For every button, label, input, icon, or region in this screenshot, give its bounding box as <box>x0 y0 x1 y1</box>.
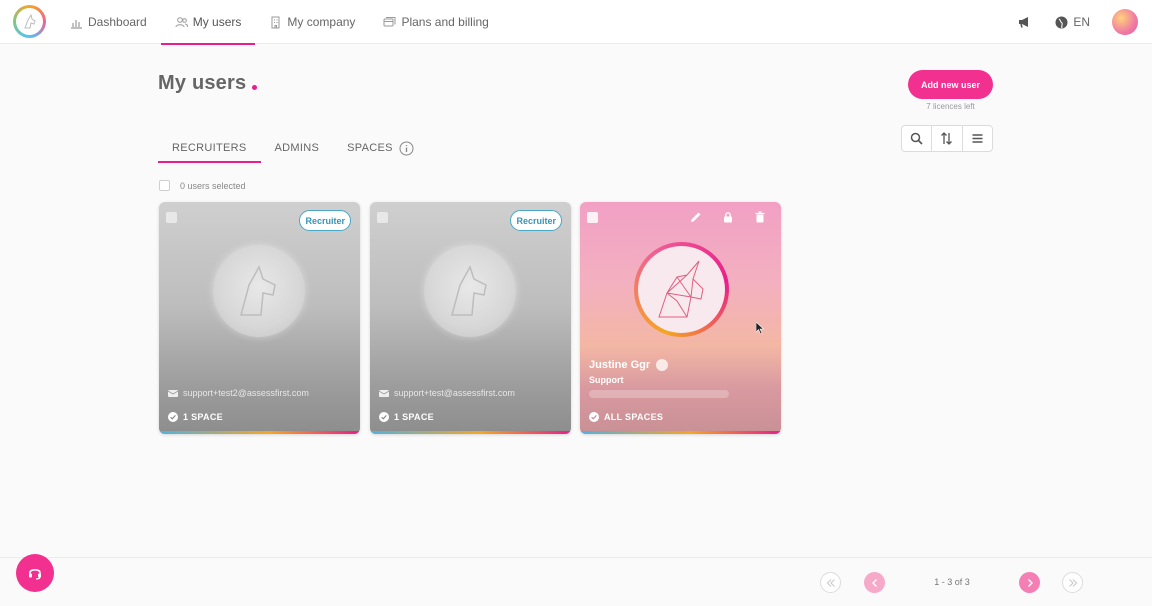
nav-my-users[interactable]: My users <box>160 0 256 45</box>
chevron-left-icon <box>871 578 877 587</box>
user-name-row: Justine Ggr <box>589 359 669 371</box>
info-icon[interactable] <box>399 141 414 156</box>
user-card-active[interactable]: Justine Ggr Support ALL SPACES <box>580 202 781 434</box>
nav-plans-billing[interactable]: Plans and billing <box>369 0 502 44</box>
card-email: support+test2@assessfirst.com <box>183 388 309 398</box>
nav-plans-billing-label: Plans and billing <box>401 15 489 29</box>
selection-row: 0 users selected <box>159 180 246 191</box>
user-photo <box>213 245 305 337</box>
card-color-bar <box>159 431 360 434</box>
title-dot <box>252 85 257 90</box>
flag-icon <box>656 359 669 371</box>
list-icon <box>972 134 983 143</box>
nav-dashboard[interactable]: Dashboard <box>56 0 161 44</box>
card-color-bar <box>580 431 781 434</box>
view-list-button[interactable] <box>963 126 992 151</box>
sort-button[interactable] <box>932 126 963 151</box>
card-email: support+test@assessfirst.com <box>394 388 515 398</box>
users-icon <box>175 16 188 29</box>
photo-inner <box>638 246 725 333</box>
app-logo[interactable] <box>13 5 46 38</box>
card-color-bar <box>370 431 571 434</box>
globe-icon <box>1055 16 1068 29</box>
mouse-cursor-icon <box>756 322 764 334</box>
billing-icon <box>383 16 396 29</box>
trash-icon[interactable] <box>754 211 766 223</box>
user-avatar[interactable] <box>1112 9 1138 35</box>
card-checkbox[interactable] <box>166 212 177 223</box>
last-page-button[interactable] <box>1062 572 1083 593</box>
language-selector[interactable]: EN <box>1055 15 1090 29</box>
selection-count: 0 users selected <box>180 180 246 191</box>
card-actions <box>670 211 766 223</box>
user-role: Support <box>589 375 624 385</box>
blurred-email <box>589 390 729 398</box>
edit-icon[interactable] <box>690 211 702 223</box>
search-button[interactable] <box>902 126 933 151</box>
check-circle-icon <box>589 412 599 422</box>
card-checkbox[interactable] <box>377 212 388 223</box>
card-spaces-row: ALL SPACES <box>589 412 663 422</box>
select-all-checkbox[interactable] <box>159 180 170 191</box>
card-checkbox[interactable] <box>587 212 598 223</box>
tab-admins-label: ADMINS <box>274 142 320 154</box>
chevron-right-icon <box>1027 578 1033 587</box>
sort-icon <box>941 132 953 145</box>
add-new-user-button[interactable]: Add new user <box>908 70 993 99</box>
card-spaces-row: 1 SPACE <box>168 412 223 422</box>
user-card[interactable]: Recruiter support+test2@assessfirst.com … <box>159 202 360 434</box>
first-page-button[interactable] <box>820 572 841 593</box>
licences-left: 7 licences left <box>926 102 975 111</box>
user-type-tabs: RECRUITERS ADMINS SPACES <box>158 133 428 163</box>
double-chevron-right-icon <box>1068 578 1077 587</box>
nav-dashboard-label: Dashboard <box>88 15 147 29</box>
building-icon <box>269 16 282 29</box>
mail-icon <box>167 389 179 398</box>
card-spaces: ALL SPACES <box>604 412 664 422</box>
user-photo <box>634 242 729 337</box>
nav-my-users-label: My users <box>192 15 242 29</box>
user-photo <box>424 245 516 337</box>
double-chevron-left-icon <box>826 578 835 587</box>
unicorn-icon <box>240 265 276 316</box>
card-spaces: 1 SPACE <box>183 412 223 422</box>
nav-my-company-label: My company <box>287 15 356 29</box>
unicorn-icon <box>657 260 704 317</box>
help-button[interactable] <box>16 554 54 592</box>
card-spaces-row: 1 SPACE <box>379 412 434 422</box>
tab-recruiters-label: RECRUITERS <box>172 142 247 154</box>
next-page-button[interactable] <box>1019 572 1040 593</box>
page-info: 1 - 3 of 3 <box>934 577 970 587</box>
megaphone-icon[interactable] <box>1017 15 1031 29</box>
tab-admins[interactable]: ADMINS <box>261 133 334 163</box>
lock-icon[interactable] <box>722 211 734 223</box>
prev-page-button[interactable] <box>864 572 885 593</box>
card-email-row: support+test2@assessfirst.com <box>167 388 309 398</box>
role-badge: Recruiter <box>510 210 562 231</box>
nav-my-company[interactable]: My company <box>255 0 369 44</box>
tab-spaces-label: SPACES <box>347 142 393 154</box>
user-name: Justine Ggr <box>589 359 651 371</box>
tab-spaces[interactable]: SPACES <box>333 133 428 163</box>
tab-recruiters[interactable]: RECRUITERS <box>158 133 261 163</box>
role-badge: Recruiter <box>299 210 351 231</box>
headset-icon <box>29 569 41 580</box>
page-title: My users <box>158 72 247 94</box>
language-label: EN <box>1073 15 1090 29</box>
chart-icon <box>70 16 83 29</box>
list-tools <box>901 125 993 152</box>
unicorn-logo-icon <box>16 8 43 35</box>
check-circle-icon <box>168 412 178 422</box>
user-card[interactable]: Recruiter support+test@assessfirst.com 1… <box>370 202 571 434</box>
main-nav: Dashboard My users My company Plans and … <box>56 0 503 45</box>
card-email-row: support+test@assessfirst.com <box>378 388 515 398</box>
mail-icon <box>378 389 390 398</box>
top-right-controls: EN <box>1017 0 1152 44</box>
unicorn-icon <box>451 265 487 316</box>
check-circle-icon <box>379 412 389 422</box>
card-spaces: 1 SPACE <box>394 412 434 422</box>
top-bar: Dashboard My users My company Plans and … <box>0 0 1152 45</box>
search-icon <box>910 132 923 145</box>
